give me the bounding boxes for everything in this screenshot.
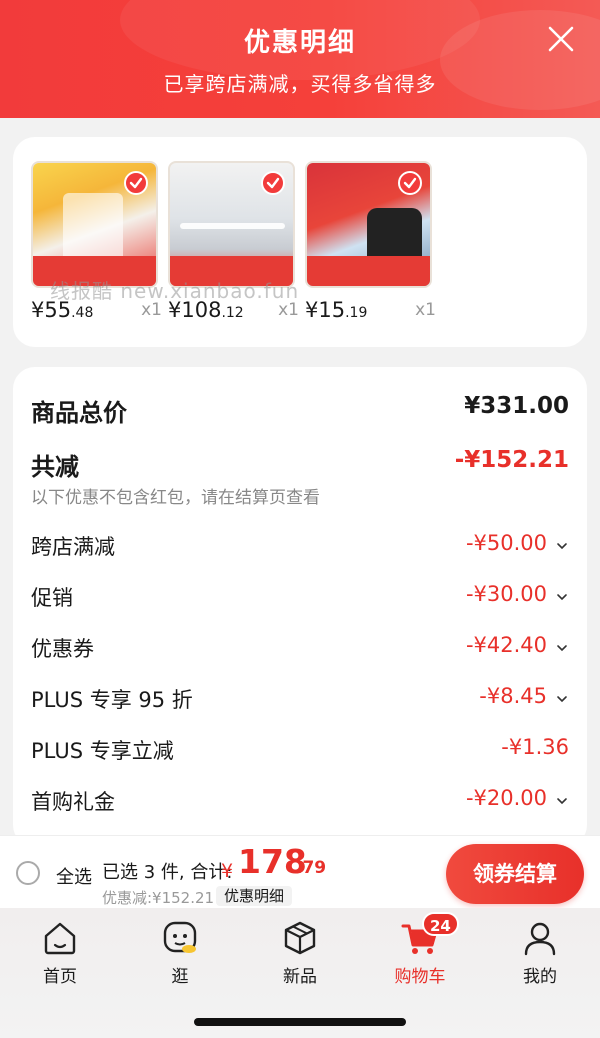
discount-row-first-purchase[interactable]: 首购礼金 -¥20.00	[31, 786, 569, 816]
product-item[interactable]: ¥108.12 x1	[168, 161, 299, 326]
page-subtitle: 已享跨店满减，买得多省得多	[163, 72, 437, 96]
tab-label: 购物车	[394, 967, 446, 987]
cube-icon	[280, 918, 320, 958]
price-summary-card: 商品总价 ¥331.00 共减 -¥152.21 以下优惠不包含红包，请在结算页…	[13, 367, 587, 847]
discount-label: PLUS 专享 95 折	[31, 688, 193, 712]
selected-count-text: 已选 3 件, 合计:	[102, 862, 233, 883]
discount-row-plus-instant: PLUS 专享立减 -¥1.36	[31, 735, 569, 765]
discount-label: 促销	[31, 586, 73, 610]
product-quantity: x1	[141, 300, 162, 320]
selected-products-card: ¥55.48 x1 ¥108.12 x1 ¥15.19 x1	[13, 137, 587, 347]
product-image[interactable]	[168, 161, 295, 288]
cart-icon: 24	[400, 912, 459, 958]
product-price: ¥108.12	[168, 298, 244, 322]
checked-icon[interactable]	[124, 171, 148, 195]
product-price: ¥55.48	[31, 298, 94, 322]
tab-label: 逛	[171, 967, 189, 987]
checked-icon[interactable]	[261, 171, 285, 195]
product-price: ¥15.19	[305, 298, 368, 322]
chevron-down-icon[interactable]	[555, 641, 569, 655]
discount-detail-toggle[interactable]: 优惠明细	[216, 886, 293, 906]
chevron-down-icon[interactable]	[555, 539, 569, 553]
select-all-checkbox[interactable]	[16, 861, 40, 885]
discount-label: PLUS 专享立减	[31, 739, 174, 763]
tab-cart[interactable]: 24 购物车	[380, 912, 460, 987]
tab-label: 我的	[523, 967, 557, 987]
discount-value: -¥42.40	[465, 633, 547, 657]
discount-value: -¥50.00	[465, 531, 547, 555]
discount-label: 优惠券	[31, 637, 94, 661]
product-image[interactable]	[305, 161, 432, 288]
home-indicator[interactable]	[194, 1018, 406, 1026]
discount-row-coupon[interactable]: 优惠券 -¥42.40	[31, 633, 569, 663]
discount-detail-header: 优惠明细 已享跨店满减，买得多省得多	[0, 0, 600, 118]
select-all-label[interactable]: 全选	[56, 863, 92, 889]
total-price-label: 商品总价	[31, 399, 127, 427]
product-image[interactable]	[31, 161, 158, 288]
chevron-down-icon[interactable]	[555, 590, 569, 604]
chevron-down-icon[interactable]	[555, 692, 569, 706]
product-item[interactable]: ¥55.48 x1	[31, 161, 162, 326]
discount-row-plus-95[interactable]: PLUS 专享 95 折 -¥8.45	[31, 684, 569, 714]
total-reduce-row: 共减 -¥152.21	[31, 447, 569, 481]
discount-value: -¥1.36	[501, 735, 569, 759]
discount-row-promotion[interactable]: 促销 -¥30.00	[31, 582, 569, 612]
discount-label: 首购礼金	[31, 790, 115, 814]
product-quantity: x1	[415, 300, 436, 320]
home-icon	[40, 918, 80, 958]
chevron-down-icon[interactable]	[555, 794, 569, 808]
product-item[interactable]: ¥15.19 x1	[305, 161, 436, 326]
sum-decimal: .79	[296, 858, 327, 878]
tab-label: 首页	[43, 967, 77, 987]
page-title: 优惠明细	[243, 28, 356, 58]
sum-currency: ¥	[221, 860, 234, 882]
checkout-bar: 全选 已选 3 件, 合计: ¥ 178 .79 优惠减:¥152.21 优惠明…	[0, 835, 600, 908]
total-price-value: ¥331.00	[464, 393, 569, 419]
total-reduce-label: 共减	[31, 453, 79, 481]
close-icon[interactable]	[548, 26, 574, 52]
total-reduce-value: -¥152.21	[454, 447, 569, 473]
discount-value: -¥20.00	[465, 786, 547, 810]
tab-label: 新品	[283, 967, 317, 987]
discount-note: 以下优惠不包含红包，请在结算页查看	[31, 488, 320, 508]
discount-label: 跨店满减	[31, 535, 115, 559]
coupon-checkout-button[interactable]: 领券结算	[446, 844, 584, 904]
tab-mine[interactable]: 我的	[500, 918, 580, 987]
checked-icon[interactable]	[398, 171, 422, 195]
tab-browse[interactable]: 逛	[140, 918, 220, 987]
browse-mascot-icon	[160, 918, 200, 958]
total-price-row: 商品总价 ¥331.00	[31, 393, 569, 427]
user-icon	[520, 918, 560, 958]
product-quantity: x1	[278, 300, 299, 320]
cart-count-badge: 24	[422, 912, 459, 936]
discount-value: -¥8.45	[479, 684, 547, 708]
discount-total-text: 优惠减:¥152.21	[102, 889, 215, 907]
tab-new-products[interactable]: 新品	[260, 918, 340, 987]
tab-home[interactable]: 首页	[20, 918, 100, 987]
discount-row-cross-store[interactable]: 跨店满减 -¥50.00	[31, 531, 569, 561]
discount-value: -¥30.00	[465, 582, 547, 606]
